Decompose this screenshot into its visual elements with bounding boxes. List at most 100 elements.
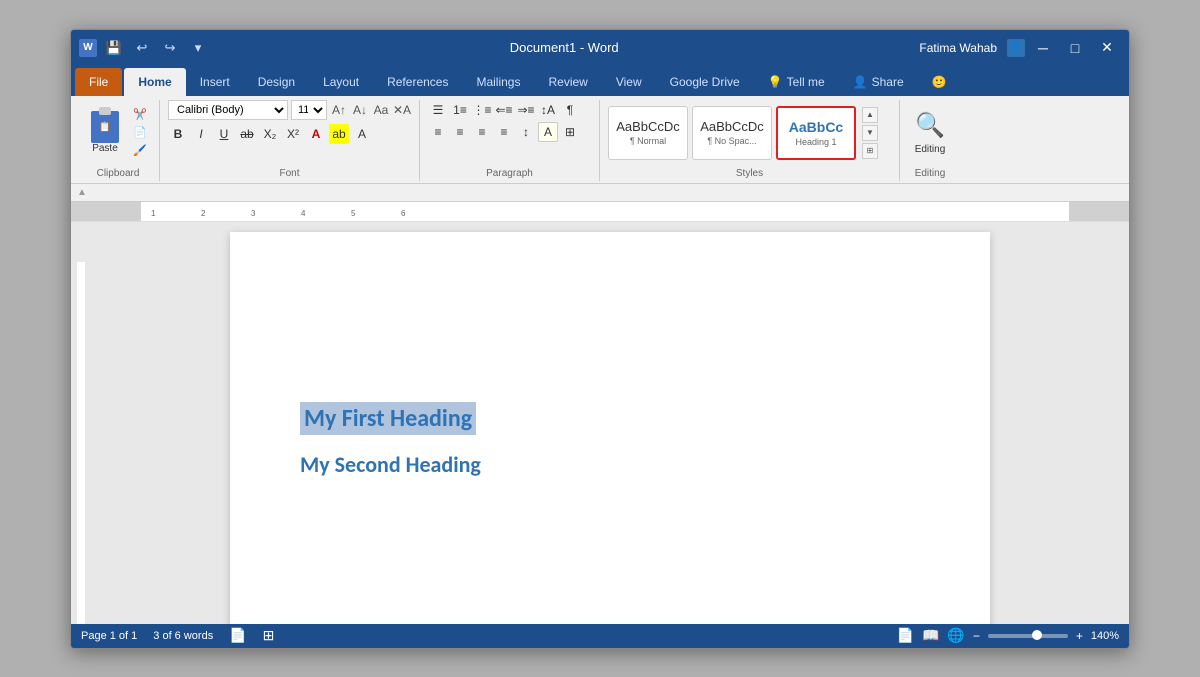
normal-label: ¶ Normal xyxy=(630,136,666,146)
sort-btn[interactable]: ↕A xyxy=(538,100,558,120)
format-painter-btn[interactable]: 🖌️ xyxy=(129,143,151,159)
zoom-out-btn[interactable]: − xyxy=(973,629,980,643)
view-normal-icon[interactable]: 📄 xyxy=(897,627,914,644)
highlight-btn[interactable]: ab xyxy=(329,124,349,144)
cut-btn[interactable]: ✂️ xyxy=(129,107,151,123)
ruler-content: 1 2 3 4 5 6 xyxy=(141,202,1069,221)
close-btn[interactable]: ✕ xyxy=(1093,36,1121,60)
title-bar: W 💾 ↩ ↪ ▾ Document1 - Word Fatima Wahab … xyxy=(71,30,1129,66)
tab-google-drive[interactable]: Google Drive xyxy=(656,68,754,96)
borders-btn[interactable]: ⊞ xyxy=(560,122,580,142)
clear-format-btn[interactable]: ✕A xyxy=(393,101,411,119)
customize-btn[interactable]: ▾ xyxy=(187,37,209,59)
numbering-btn[interactable]: 1≡ xyxy=(450,100,470,120)
proofing-icon[interactable]: 📄 xyxy=(229,627,246,644)
styles-label: Styles xyxy=(608,168,891,181)
strikethrough-btn[interactable]: ab xyxy=(237,124,257,144)
increase-indent-btn[interactable]: ⇒≡ xyxy=(516,100,536,120)
font-format-row: B I U ab X₂ X² A ab A xyxy=(168,124,372,144)
tab-references[interactable]: References xyxy=(373,68,462,96)
decrease-indent-btn[interactable]: ⇐≡ xyxy=(494,100,514,120)
font-size-select[interactable]: 11 xyxy=(291,100,327,120)
person-icon: 👤 xyxy=(853,75,868,89)
word-icon: W xyxy=(79,39,97,57)
justify-btn[interactable]: ≡ xyxy=(494,122,514,142)
tell-me-label: Tell me xyxy=(787,75,825,89)
tab-review[interactable]: Review xyxy=(534,68,601,96)
align-center-btn[interactable]: ≡ xyxy=(450,122,470,142)
lightbulb-icon: 💡 xyxy=(768,75,783,89)
font-color-btn[interactable]: A xyxy=(306,124,326,144)
word-window: W 💾 ↩ ↪ ▾ Document1 - Word Fatima Wahab … xyxy=(70,29,1130,649)
font-name-row: Calibri (Body) 11 A↑ A↓ Aa ✕A xyxy=(168,100,411,120)
tab-share[interactable]: 👤 Share xyxy=(839,68,918,96)
editing-button[interactable]: 🔍 Editing xyxy=(908,106,952,160)
words-status: 3 of 6 words xyxy=(153,630,213,642)
styles-scroll-up[interactable]: ▲ xyxy=(862,107,878,123)
underline-btn[interactable]: U xyxy=(214,124,234,144)
tab-tell-me[interactable]: 💡 Tell me xyxy=(754,68,839,96)
ribbon: 📋 Paste ✂️ 📄 🖌️ Clipboard Calibri (Body) xyxy=(71,96,1129,184)
bullets-btn[interactable]: ☰ xyxy=(428,100,448,120)
shading-btn[interactable]: A xyxy=(538,122,558,142)
title-bar-right: Fatima Wahab 👤 ─ □ ✕ xyxy=(919,36,1121,60)
view-web-icon[interactable]: 🌐 xyxy=(947,627,964,644)
ruler-indicator: ▲ xyxy=(77,187,87,198)
style-heading1[interactable]: AaBbCc Heading 1 xyxy=(776,106,856,160)
svg-text:3: 3 xyxy=(251,209,256,218)
paste-button[interactable]: 📋 Paste xyxy=(85,108,125,158)
font-grow-btn[interactable]: A↑ xyxy=(330,101,348,119)
svg-text:6: 6 xyxy=(401,209,406,218)
change-case-btn[interactable]: Aa xyxy=(372,101,390,119)
document-page[interactable]: My First Heading My Second Heading xyxy=(230,232,990,624)
window-title: Document1 - Word xyxy=(209,40,919,55)
line-spacing-btn[interactable]: ↕ xyxy=(516,122,536,142)
redo-btn[interactable]: ↪ xyxy=(159,37,181,59)
italic-btn[interactable]: I xyxy=(191,124,211,144)
multilevel-btn[interactable]: ⋮≡ xyxy=(472,100,492,120)
second-heading[interactable]: My Second Heading xyxy=(300,451,920,478)
zoom-in-btn[interactable]: + xyxy=(1076,629,1083,643)
font-name-select[interactable]: Calibri (Body) xyxy=(168,100,288,120)
superscript-btn[interactable]: X² xyxy=(283,124,303,144)
minimize-btn[interactable]: ─ xyxy=(1029,36,1057,60)
style-no-space[interactable]: AaBbCcDc ¶ No Spac... xyxy=(692,106,772,160)
tab-file[interactable]: File xyxy=(75,68,122,96)
font-label: Font xyxy=(168,168,411,181)
maximize-btn[interactable]: □ xyxy=(1061,36,1089,60)
first-heading[interactable]: My First Heading xyxy=(300,402,476,435)
align-left-btn[interactable]: ≡ xyxy=(428,122,448,142)
page-content[interactable]: My First Heading My Second Heading xyxy=(300,282,920,624)
tab-mailings[interactable]: Mailings xyxy=(462,68,534,96)
save-quick-btn[interactable]: 💾 xyxy=(103,37,125,59)
styles-group: AaBbCcDc ¶ Normal AaBbCcDc ¶ No Spac... … xyxy=(600,100,900,181)
tab-home[interactable]: Home xyxy=(124,68,185,96)
zoom-slider[interactable] xyxy=(988,634,1068,638)
pages-icon[interactable]: ⊞ xyxy=(263,627,275,644)
tab-layout[interactable]: Layout xyxy=(309,68,373,96)
tab-insert[interactable]: Insert xyxy=(186,68,244,96)
vertical-ruler xyxy=(71,222,91,624)
bold-btn[interactable]: B xyxy=(168,124,188,144)
font-shading-btn[interactable]: A xyxy=(352,124,372,144)
undo-btn[interactable]: ↩ xyxy=(131,37,153,59)
emoji-btn[interactable]: 🙂 xyxy=(918,68,961,96)
subscript-btn[interactable]: X₂ xyxy=(260,124,280,144)
tab-design[interactable]: Design xyxy=(244,68,309,96)
show-para-btn[interactable]: ¶ xyxy=(560,100,580,120)
heading-label: Heading 1 xyxy=(795,137,836,147)
tab-view[interactable]: View xyxy=(602,68,656,96)
view-reading-icon[interactable]: 📖 xyxy=(922,627,939,644)
svg-text:5: 5 xyxy=(351,209,356,218)
normal-preview: AaBbCcDc xyxy=(616,119,680,134)
para-row-2: ≡ ≡ ≡ ≡ ↕ A ⊞ xyxy=(428,122,580,142)
copy-btn[interactable]: 📄 xyxy=(129,125,151,141)
align-right-btn[interactable]: ≡ xyxy=(472,122,492,142)
style-normal[interactable]: AaBbCcDc ¶ Normal xyxy=(608,106,688,160)
font-shrink-btn[interactable]: A↓ xyxy=(351,101,369,119)
clipboard-small-btns: ✂️ 📄 🖌️ xyxy=(129,107,151,159)
styles-scroll-down[interactable]: ▼ xyxy=(862,125,878,141)
styles-more[interactable]: ⊞ xyxy=(862,143,878,159)
editing-label: Editing xyxy=(915,144,946,155)
title-bar-left: W 💾 ↩ ↪ ▾ xyxy=(79,37,209,59)
